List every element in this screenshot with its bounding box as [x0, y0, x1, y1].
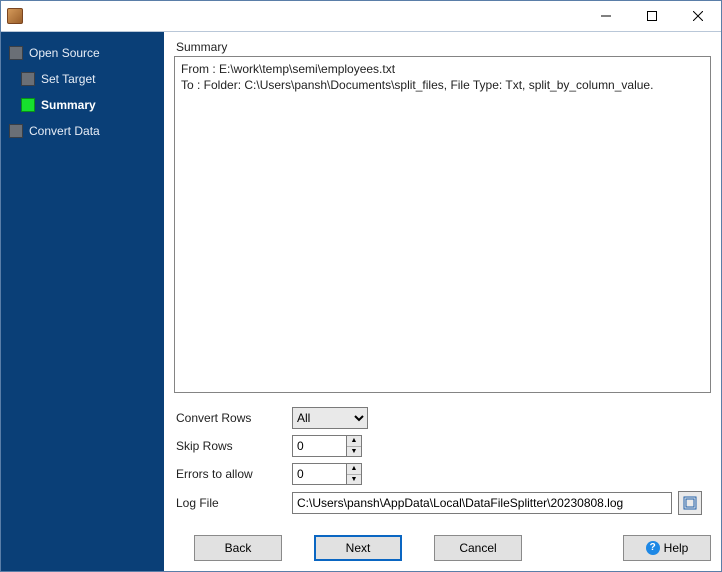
log-file-input[interactable] [292, 492, 672, 514]
titlebar [1, 1, 721, 31]
minimize-button[interactable] [583, 1, 629, 31]
back-button[interactable]: Back [194, 535, 282, 561]
step-indicator-icon [21, 72, 35, 86]
errors-spinner[interactable]: ▲ ▼ [346, 463, 362, 485]
close-icon [693, 11, 703, 21]
close-button[interactable] [675, 1, 721, 31]
summary-textbox[interactable]: From : E:\work\temp\semi\employees.txt T… [174, 56, 711, 393]
help-icon: ? [646, 541, 660, 555]
skip-rows-input[interactable] [292, 435, 346, 457]
convert-rows-select[interactable]: All [292, 407, 368, 429]
step-indicator-icon [9, 46, 23, 60]
step-label: Open Source [29, 46, 100, 60]
options-form: Convert Rows All Skip Rows ▲ ▼ [174, 407, 711, 521]
step-label: Summary [41, 98, 96, 112]
minimize-icon [601, 11, 611, 21]
errors-label: Errors to allow [174, 467, 292, 481]
step-indicator-icon [9, 124, 23, 138]
content-panel: Summary From : E:\work\temp\semi\employe… [164, 32, 721, 571]
errors-input[interactable] [292, 463, 346, 485]
window-controls [583, 1, 721, 31]
skip-rows-label: Skip Rows [174, 439, 292, 453]
summary-heading: Summary [176, 40, 711, 54]
summary-line-to: To : Folder: C:\Users\pansh\Documents\sp… [181, 78, 653, 92]
spin-up-icon[interactable]: ▲ [347, 464, 361, 475]
help-button[interactable]: ? Help [623, 535, 711, 561]
wizard-sidebar: Open Source Set Target Summary Convert D… [1, 32, 164, 571]
next-button[interactable]: Next [314, 535, 402, 561]
step-open-source[interactable]: Open Source [1, 40, 164, 66]
step-convert-data[interactable]: Convert Data [1, 118, 164, 144]
browse-log-button[interactable] [678, 491, 702, 515]
main-window: Open Source Set Target Summary Convert D… [0, 0, 722, 572]
wizard-buttons: Back Next Cancel ? Help [174, 535, 711, 561]
step-label: Convert Data [29, 124, 100, 138]
browse-icon [683, 496, 697, 510]
skip-rows-spinner[interactable]: ▲ ▼ [346, 435, 362, 457]
step-summary[interactable]: Summary [1, 92, 164, 118]
step-label: Set Target [41, 72, 95, 86]
spin-down-icon[interactable]: ▼ [347, 475, 361, 485]
summary-line-from: From : E:\work\temp\semi\employees.txt [181, 62, 395, 76]
help-label: Help [664, 541, 689, 555]
app-icon [7, 8, 23, 24]
maximize-icon [647, 11, 657, 21]
maximize-button[interactable] [629, 1, 675, 31]
step-set-target[interactable]: Set Target [1, 66, 164, 92]
log-file-label: Log File [174, 496, 292, 510]
spin-down-icon[interactable]: ▼ [347, 447, 361, 457]
convert-rows-label: Convert Rows [174, 411, 292, 425]
cancel-button[interactable]: Cancel [434, 535, 522, 561]
spin-up-icon[interactable]: ▲ [347, 436, 361, 447]
step-indicator-icon [21, 98, 35, 112]
